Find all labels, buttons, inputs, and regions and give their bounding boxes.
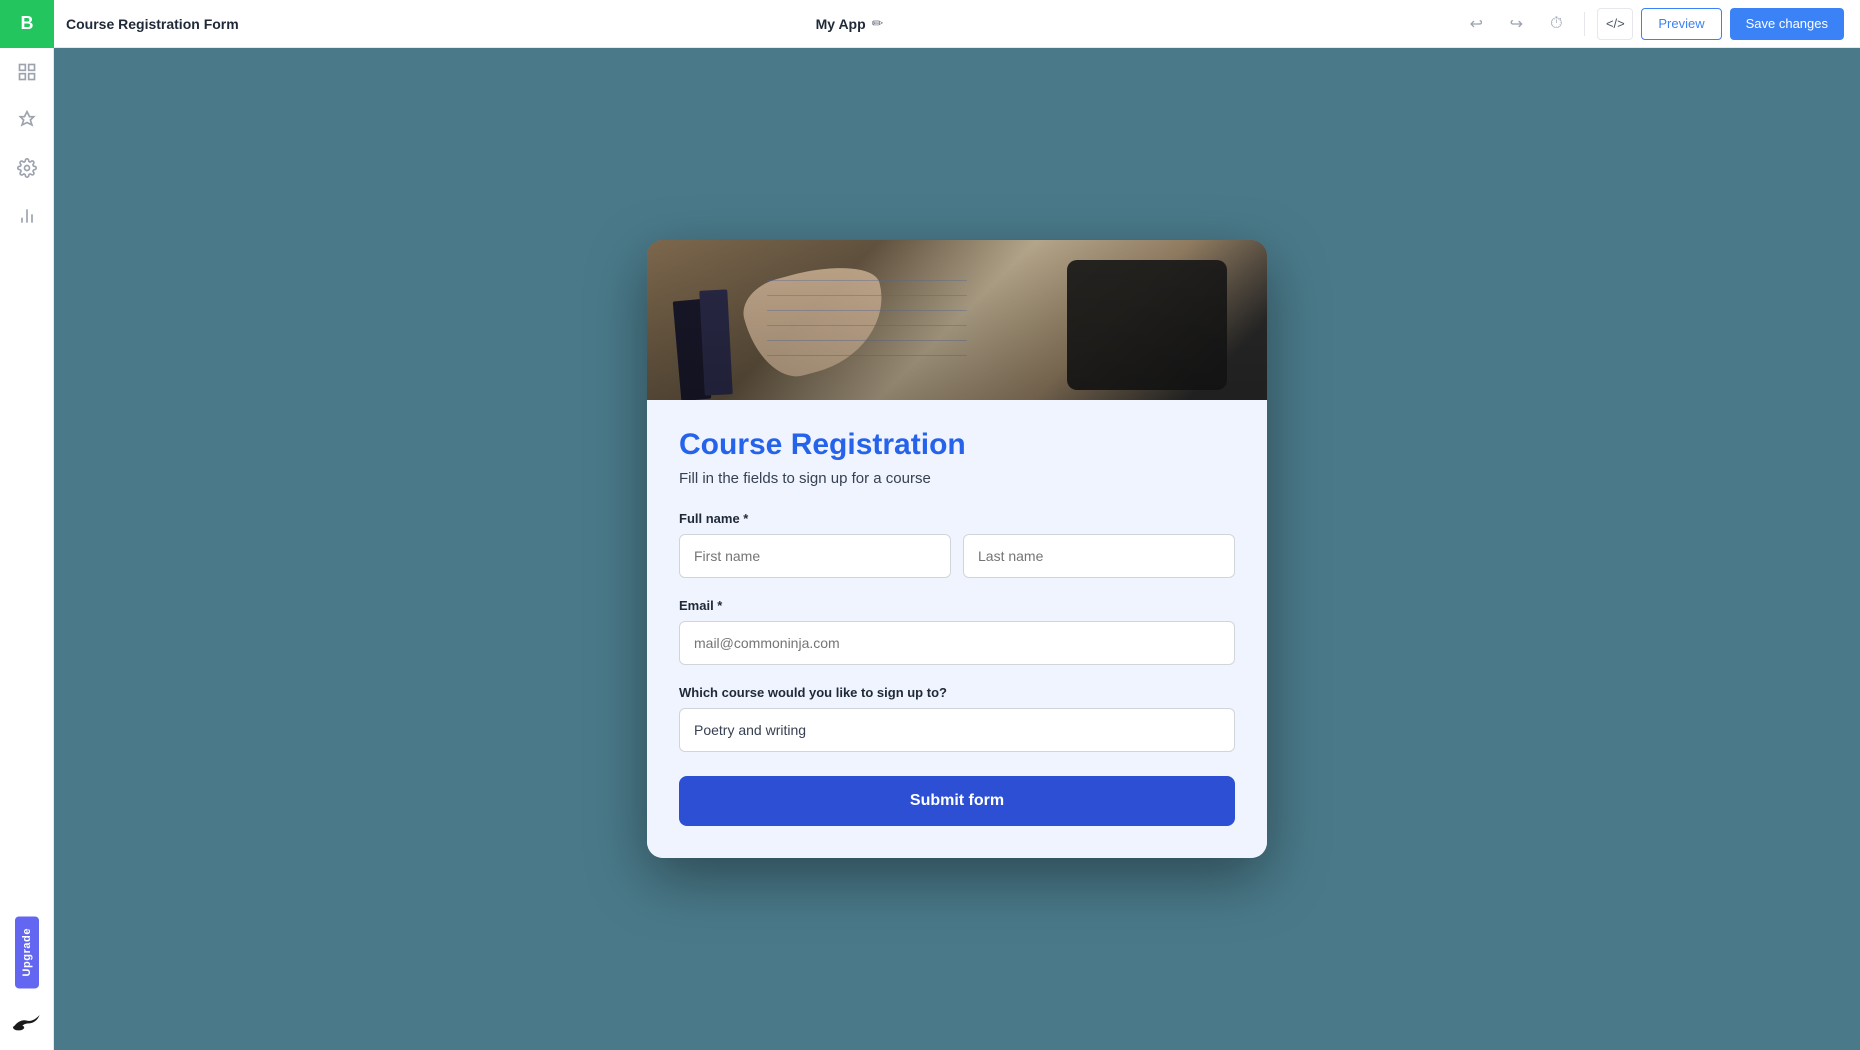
code-button[interactable]: </> — [1597, 8, 1633, 40]
form-title: Course Registration — [679, 428, 1235, 462]
sidebar: B Upgrade — [0, 0, 54, 1050]
topbar-divider — [1584, 12, 1585, 36]
course-field — [679, 708, 1235, 752]
full-name-label: Full name * — [679, 511, 1235, 526]
main-content: Course Registration Fill in the fields t… — [54, 48, 1860, 1050]
form-subtitle: Fill in the fields to sign up for a cour… — [679, 470, 1235, 487]
image-overlay — [647, 240, 1267, 400]
first-name-field — [679, 534, 951, 578]
sidebar-item-settings[interactable] — [0, 144, 54, 192]
preview-button[interactable]: Preview — [1641, 8, 1721, 40]
sidebar-bird-icon — [0, 998, 54, 1046]
undo-button[interactable]: ↩ — [1460, 8, 1492, 40]
topbar-logo: B — [0, 0, 54, 48]
sidebar-item-grid[interactable] — [0, 48, 54, 96]
email-group: Email * — [679, 598, 1235, 665]
last-name-field — [963, 534, 1235, 578]
topbar-logo-text: B — [21, 13, 34, 34]
course-input[interactable] — [679, 708, 1235, 752]
email-field — [679, 621, 1235, 665]
course-label: Which course would you like to sign up t… — [679, 685, 1235, 700]
edit-icon[interactable]: ✏ — [872, 15, 884, 32]
save-button[interactable]: Save changes — [1730, 8, 1844, 40]
email-input[interactable] — [679, 621, 1235, 665]
topbar: B Course Registration Form My App ✏ ↩ ↪ … — [0, 0, 1860, 48]
redo-button[interactable]: ↪ — [1500, 8, 1532, 40]
sidebar-item-analytics[interactable] — [0, 192, 54, 240]
topbar-actions: ↩ ↪ ⏱ </> Preview Save changes — [1460, 8, 1844, 40]
last-name-input[interactable] — [963, 534, 1235, 578]
form-header-image — [647, 240, 1267, 400]
upgrade-button[interactable]: Upgrade — [15, 916, 39, 988]
full-name-group: Full name * — [679, 511, 1235, 578]
history-button[interactable]: ⏱ — [1540, 8, 1572, 40]
form-card: Course Registration Fill in the fields t… — [647, 240, 1267, 858]
topbar-app-name: My App — [816, 16, 866, 32]
sidebar-item-pin[interactable] — [0, 96, 54, 144]
form-body: Course Registration Fill in the fields t… — [647, 400, 1267, 858]
submit-button[interactable]: Submit form — [679, 776, 1235, 826]
email-label: Email * — [679, 598, 1235, 613]
course-group: Which course would you like to sign up t… — [679, 685, 1235, 752]
topbar-page-title: Course Registration Form — [66, 16, 239, 32]
first-name-input[interactable] — [679, 534, 951, 578]
topbar-center: My App ✏ — [239, 15, 1461, 32]
name-row — [679, 534, 1235, 578]
